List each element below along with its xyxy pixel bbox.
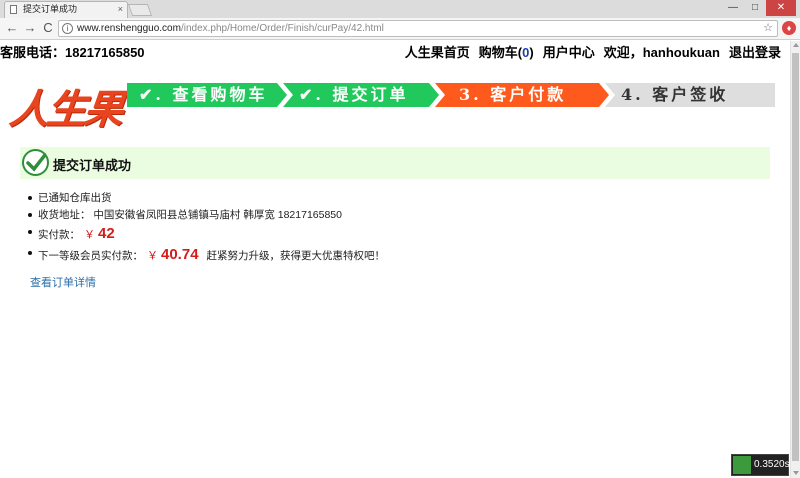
scroll-thumb[interactable] — [792, 53, 799, 461]
load-time: 0.3520s — [754, 459, 790, 470]
paid-currency: ￥ — [84, 229, 95, 241]
next-level-label: 下一等级会员实付款： — [38, 250, 143, 262]
maximize-icon[interactable]: □ — [744, 0, 766, 16]
warehouse-notice: 已通知仓库出货 — [38, 192, 112, 204]
cart-label: 购物车( — [478, 45, 523, 60]
load-timer-badge: 0.3520s — [731, 454, 790, 476]
page-scrollbar[interactable] — [790, 41, 800, 478]
list-item-notice: 已通知仓库出货 — [26, 191, 726, 206]
nav-cart-link[interactable]: 购物车(0) — [479, 42, 534, 61]
reload-icon[interactable]: C — [40, 20, 56, 36]
top-nav: 人生果首页 购物车(0) 用户中心 欢迎，hanhoukuan 退出登录 — [405, 42, 781, 61]
forward-icon[interactable]: → — [22, 20, 38, 36]
nav-logout-link[interactable]: 退出登录 — [729, 42, 781, 61]
bookmark-star-icon[interactable]: ☆ — [763, 21, 773, 36]
address-label: 收货地址： — [38, 209, 91, 221]
window-controls: — □ ✕ — [722, 0, 796, 16]
address-url[interactable]: www.renshengguo.com/index.php/Home/Order… — [77, 21, 384, 36]
url-path: /index.php/Home/Order/Finish/curPay/42.h… — [180, 23, 384, 34]
browser-toolbar: ← → C i www.renshengguo.com/index.php/Ho… — [0, 18, 800, 40]
list-item-paid: 实付款： ￥ 42 — [26, 225, 726, 244]
site-info-icon[interactable]: i — [62, 23, 73, 34]
list-item-next-level: 下一等级会员实付款： ￥ 40.74 赶紧努力升级，获得更大优惠特权吧！ — [26, 246, 726, 265]
page-content: 客服电话：18217165850 人生果首页 购物车(0) 用户中心 欢迎，ha… — [0, 41, 790, 478]
order-progress-steps: ✔. 查看购物车 ✔. 提交订单 3. 客户付款 4. 客户签收 — [127, 83, 775, 107]
step-2-submit-order: ✔. 提交订单 — [299, 85, 409, 104]
browser-tab[interactable]: 提交订单成功 × — [4, 1, 128, 18]
list-item-address: 收货地址： 中国安徽省凤阳县总铺镇马庙村 韩厚宽 18217165850 — [26, 208, 726, 223]
view-order-detail-link[interactable]: 查看订单详情 — [30, 274, 96, 290]
next-level-currency: ￥ — [147, 250, 158, 262]
minimize-icon[interactable]: — — [722, 0, 744, 16]
step-4-customer-sign: 4. 客户签收 — [621, 85, 729, 104]
step-1-view-cart: ✔. 查看购物车 — [139, 85, 268, 104]
extension-icon[interactable]: ♦ — [782, 21, 796, 35]
paid-label: 实付款： — [38, 229, 80, 241]
success-banner: 提交订单成功 — [20, 147, 770, 179]
checkmark-icon — [22, 149, 49, 176]
address-value: 中国安徽省凤阳县总铺镇马庙村 韩厚宽 18217165850 — [93, 209, 342, 221]
service-hotline: 客服电话：18217165850 — [0, 45, 145, 60]
upgrade-promo: 赶紧努力升级，获得更大优惠特权吧！ — [206, 250, 386, 262]
close-window-icon[interactable]: ✕ — [766, 0, 796, 16]
order-info-list: 已通知仓库出货 收货地址： 中国安徽省凤阳县总铺镇马庙村 韩厚宽 1821716… — [26, 191, 726, 267]
nav-home-link[interactable]: 人生果首页 — [405, 42, 470, 61]
scroll-down-icon[interactable] — [793, 471, 799, 475]
cart-close-paren: ) — [529, 45, 534, 60]
step-3-customer-pay: 3. 客户付款 — [459, 85, 567, 104]
paid-amount: 42 — [98, 225, 115, 242]
document-icon — [10, 5, 17, 14]
nav-user-center-link[interactable]: 用户中心 — [543, 42, 595, 61]
welcome-text: 欢迎，hanhoukuan — [603, 45, 720, 60]
tab-close-icon[interactable]: × — [118, 2, 123, 17]
next-level-amount: 40.74 — [161, 246, 199, 263]
new-tab-button[interactable] — [127, 4, 153, 16]
url-host: www.renshengguo.com — [77, 23, 181, 34]
browser-tab-strip: 提交订单成功 × — □ ✕ — [0, 0, 800, 18]
leaf-icon — [733, 456, 751, 474]
back-icon[interactable]: ← — [4, 20, 20, 36]
tab-title: 提交订单成功 — [23, 4, 78, 14]
site-logo[interactable]: 人生果 — [7, 77, 124, 135]
top-bar: 客服电话：18217165850 人生果首页 购物车(0) 用户中心 欢迎，ha… — [0, 41, 790, 61]
success-title: 提交订单成功 — [53, 158, 132, 173]
scroll-up-icon[interactable] — [793, 43, 799, 47]
address-bar[interactable]: i www.renshengguo.com/index.php/Home/Ord… — [58, 20, 778, 37]
